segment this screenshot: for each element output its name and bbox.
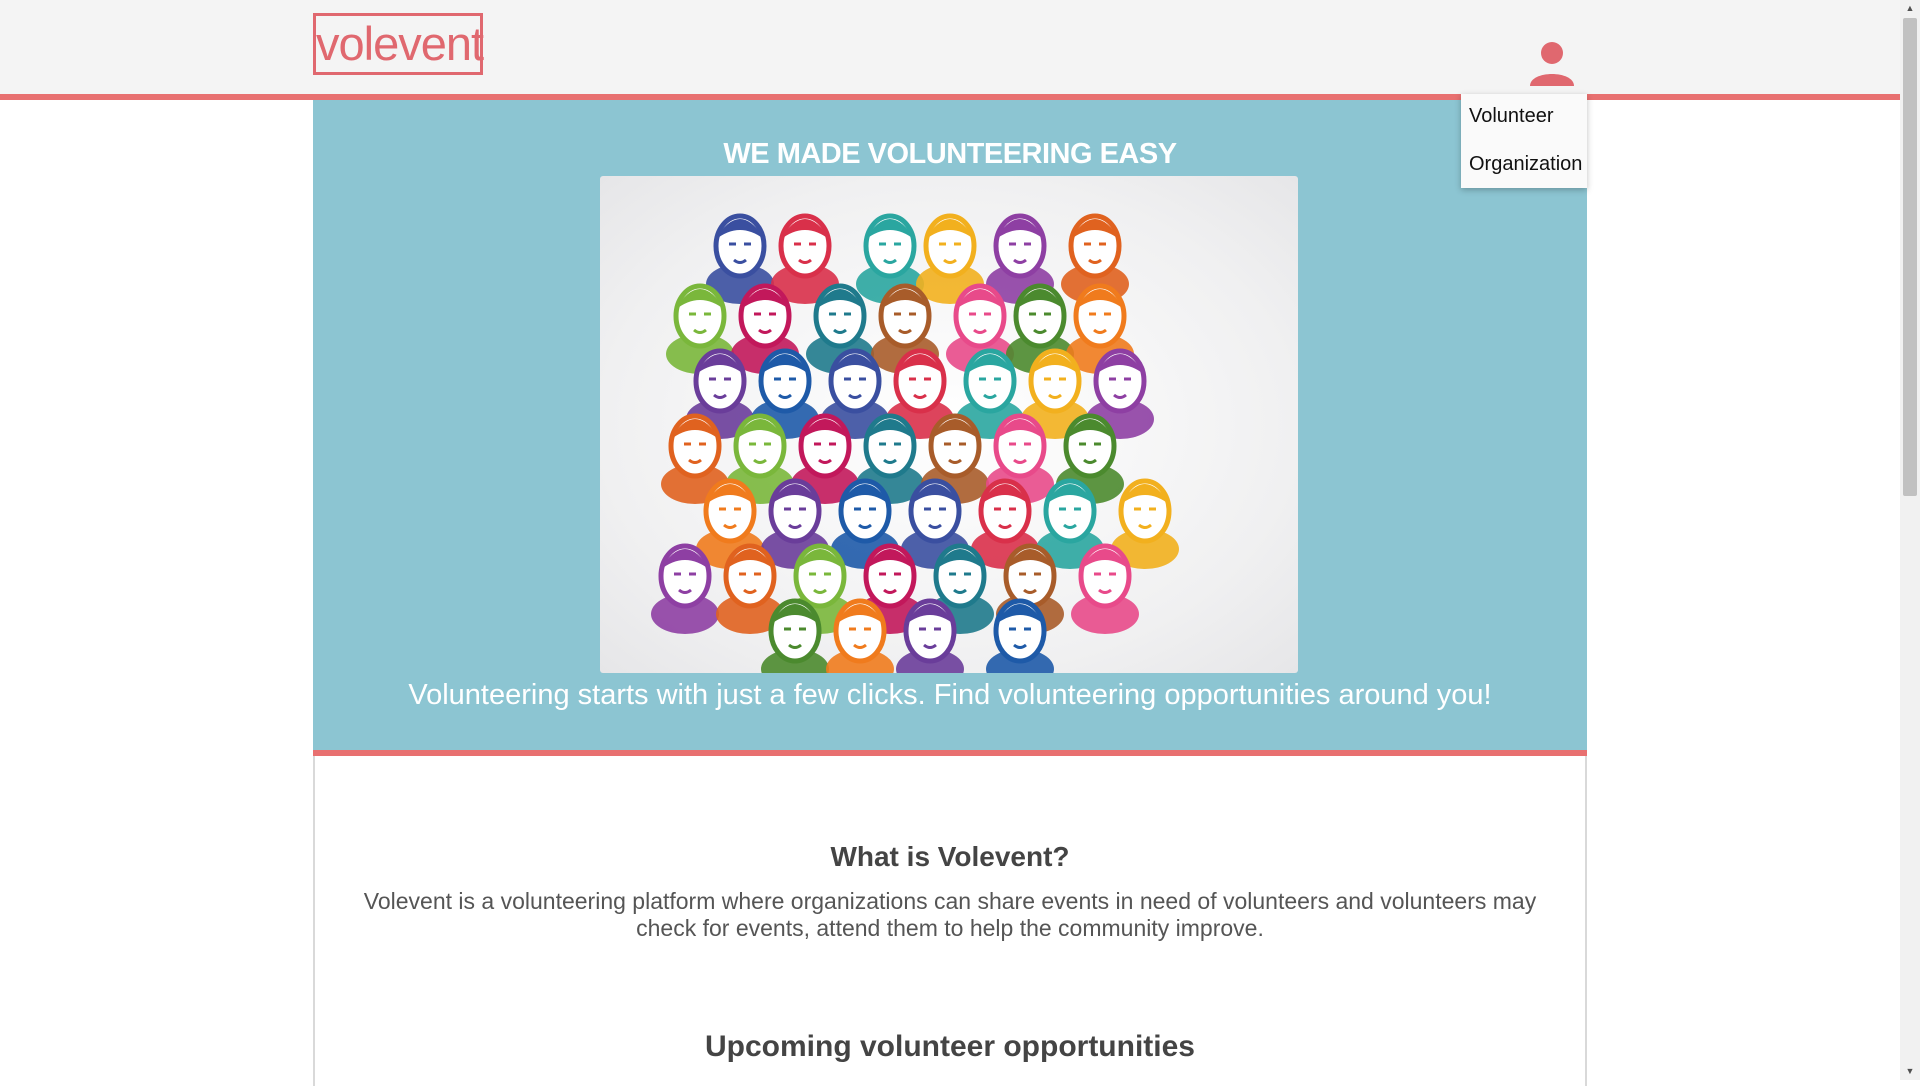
account-dropdown-menu: Volunteer Organization	[1461, 94, 1587, 188]
dropdown-item-organization[interactable]: Organization	[1461, 142, 1587, 190]
upcoming-heading: Upcoming volunteer opportunities	[704, 1030, 1195, 1063]
page-scrollbar[interactable]: ▲ ▼	[1900, 0, 1920, 1080]
dropdown-item-volunteer[interactable]: Volunteer	[1461, 94, 1587, 142]
volevent-logo[interactable]: volevent	[313, 13, 484, 75]
top-navbar	[0, 0, 1900, 100]
scroll-down-arrow-icon[interactable]: ▼	[1900, 1063, 1920, 1080]
user-icon[interactable]	[1527, 38, 1577, 88]
hero-title: WE MADE VOLUNTEERING EASY	[723, 138, 1177, 170]
about-heading: What is Volevent?	[830, 841, 1070, 872]
crowd-illustration	[651, 213, 1179, 673]
hero-subtitle: Volunteering starts with just a few clic…	[408, 679, 1492, 711]
hero-banner: WE MADE VOLUNTEERING EASY Volunteering s…	[313, 100, 1587, 756]
main-content: What is Volevent? Volevent is a voluntee…	[313, 756, 1587, 1086]
scrollbar-thumb[interactable]	[1903, 18, 1917, 496]
about-paragraph: Volevent is a volunteering platform wher…	[363, 888, 1537, 941]
hero-crowd-image	[600, 176, 1298, 673]
scroll-up-arrow-icon[interactable]: ▲	[1900, 0, 1920, 17]
